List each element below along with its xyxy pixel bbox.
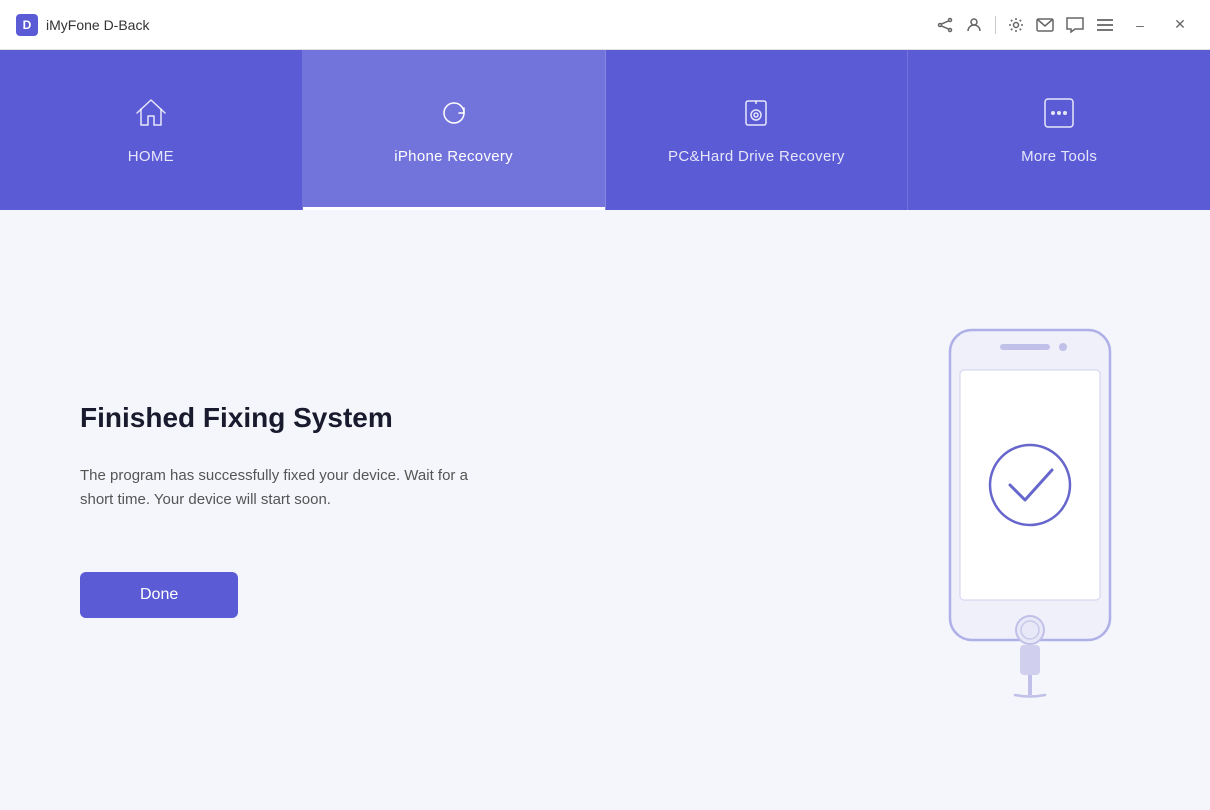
page-description: The program has successfully fixed your … (80, 464, 480, 512)
content-inner: Finished Fixing System The program has s… (80, 320, 1130, 700)
iphone-recovery-icon (436, 95, 472, 136)
nav-bar: HOME iPhone Recovery PC&Hard Drive Recov… (0, 50, 1210, 210)
more-tools-icon (1041, 95, 1077, 136)
title-bar: D iMyFone D-Back (0, 0, 1210, 50)
nav-item-more-tools[interactable]: More Tools (908, 50, 1210, 210)
share-icon[interactable] (937, 17, 953, 33)
app-logo: D (16, 14, 38, 36)
phone-illustration (930, 320, 1130, 700)
main-content: Finished Fixing System The program has s… (0, 210, 1210, 810)
menu-icon[interactable] (1096, 18, 1114, 32)
nav-item-pc-recovery[interactable]: PC&Hard Drive Recovery (606, 50, 909, 210)
phone-svg (930, 320, 1130, 700)
nav-item-home[interactable]: HOME (0, 50, 303, 210)
mail-icon[interactable] (1036, 18, 1054, 32)
nav-label-home: HOME (128, 148, 174, 165)
title-bar-right: – ✕ (937, 11, 1194, 39)
nav-label-pc-recovery: PC&Hard Drive Recovery (668, 148, 845, 165)
app-name: iMyFone D-Back (46, 17, 149, 33)
pc-recovery-icon (738, 95, 774, 136)
home-icon (133, 95, 169, 136)
separator (995, 16, 996, 34)
nav-label-more-tools: More Tools (1021, 148, 1097, 165)
minimize-button[interactable]: – (1126, 11, 1154, 39)
page-title: Finished Fixing System (80, 402, 890, 434)
settings-icon[interactable] (1008, 17, 1024, 33)
done-button[interactable]: Done (80, 572, 238, 618)
nav-item-iphone-recovery[interactable]: iPhone Recovery (303, 50, 606, 210)
nav-label-iphone-recovery: iPhone Recovery (394, 148, 513, 165)
content-left: Finished Fixing System The program has s… (80, 402, 930, 618)
user-icon[interactable] (965, 16, 983, 34)
title-bar-left: D iMyFone D-Back (16, 14, 149, 36)
chat-icon[interactable] (1066, 17, 1084, 33)
close-button[interactable]: ✕ (1166, 11, 1194, 39)
